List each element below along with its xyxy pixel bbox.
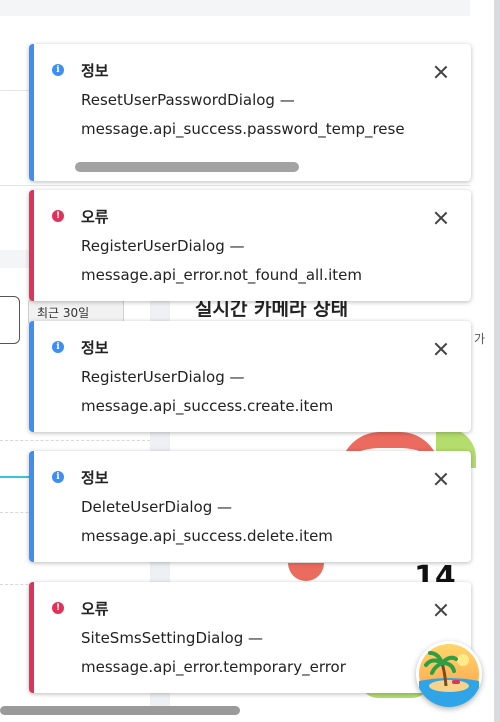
horizontal-scrollbar[interactable] [0,706,240,715]
severity-bar [29,190,34,301]
toast-title: 정보 [81,339,109,357]
beach-island-avatar-icon[interactable] [416,641,482,707]
error-icon: ! [52,210,64,222]
toast-title: 오류 [81,600,109,618]
toast-source: RegisterUserDialog — [81,237,245,255]
toast-message: message.api_error.not_found_all.item [81,266,363,284]
toast-message: message.api_success.create.item [81,397,334,415]
toast-horizontal-scrollbar[interactable] [75,162,299,172]
toast-source: RegisterUserDialog — [81,368,245,386]
toast-title: 정보 [81,469,109,487]
toast-message: message.api_success.delete.item [81,527,333,545]
close-icon[interactable] [433,602,449,618]
close-icon[interactable] [433,471,449,487]
top-band [0,0,470,16]
toast-notification: ! 오류 RegisterUserDialog — message.api_er… [29,190,471,301]
close-icon[interactable] [433,210,449,226]
toast-title: 오류 [81,208,109,226]
legend-fragment: 가 [474,332,486,346]
close-icon[interactable] [433,341,449,357]
toast-notification: i 정보 DeleteUserDialog — message.api_succ… [29,451,471,562]
chart-gridline [0,440,150,441]
toast-source: DeleteUserDialog — [81,498,233,516]
toast-title: 정보 [81,62,109,80]
toast-notification: i 정보 ResetUserPasswordDialog — message.a… [29,44,471,181]
toast-source: ResetUserPasswordDialog — [81,91,295,109]
toast-message: message.api_error.temporary_error [81,658,346,676]
toast-notification: ! 오류 SiteSmsSettingDialog — message.api_… [29,582,471,693]
toast-notification: i 정보 RegisterUserDialog — message.api_su… [29,321,471,432]
close-icon[interactable] [433,64,449,80]
info-icon: i [52,341,64,353]
severity-bar [29,44,34,181]
severity-bar [29,582,34,693]
filter-select[interactable] [0,296,20,344]
error-icon: ! [52,602,64,614]
severity-bar [29,321,34,432]
vertical-scrollbar-track[interactable] [494,0,500,722]
divider [0,185,470,186]
info-icon: i [52,64,64,76]
toast-message: message.api_success.password_temp_reset [81,120,405,138]
info-icon: i [52,471,64,483]
severity-bar [29,451,34,562]
toast-source: SiteSmsSettingDialog — [81,629,263,647]
donut-segment-red [288,563,324,581]
